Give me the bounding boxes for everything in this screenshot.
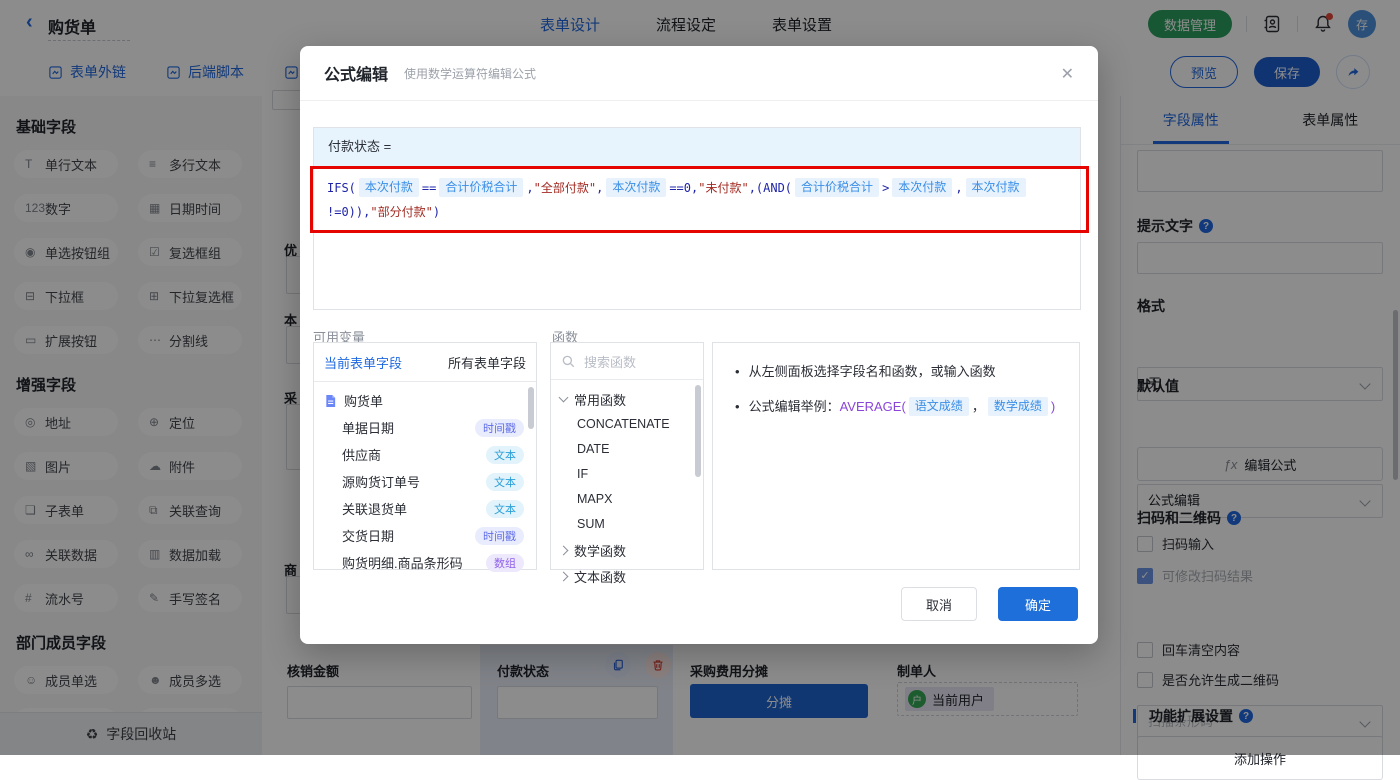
variable-row-单据日期[interactable]: 单据日期 时间戳: [314, 414, 536, 441]
variable-type-badge: 文本: [486, 473, 524, 491]
formula-field-chip[interactable]: 本次付款: [892, 178, 952, 197]
formula-token: "部分付款": [370, 205, 432, 219]
variable-row-源购货订单号[interactable]: 源购货订单号 文本: [314, 468, 536, 495]
help-tip-1-text: 从左侧面板选择字段名和函数，或输入函数: [749, 362, 996, 382]
confirm-button[interactable]: 确定: [998, 587, 1078, 621]
function-group-数学函数[interactable]: 数学函数: [551, 537, 703, 563]
function-group-label: 常用函数: [574, 390, 626, 409]
example-token: ): [1051, 399, 1055, 414]
formula-token: ,: [596, 181, 603, 195]
modal-title: 公式编辑: [324, 61, 388, 85]
variable-name: 单据日期: [342, 418, 394, 437]
function-group-常用函数[interactable]: 常用函数: [551, 386, 703, 412]
variable-type-badge: 数组: [486, 554, 524, 572]
variable-type-badge: 时间戳: [475, 527, 524, 545]
modal-header: 公式编辑 使用数学运算符编辑公式 ✕: [300, 46, 1098, 101]
variables-root-node[interactable]: 购货单: [314, 387, 536, 414]
formula-token: ==: [422, 181, 436, 195]
example-field-chip: 数学成绩: [988, 397, 1048, 416]
bullet: •: [735, 397, 740, 417]
formula-field-chip[interactable]: 本次付款: [606, 178, 666, 197]
help-tip-2: • 公式编辑举例：AVERAGE(语文成绩，数学成绩): [735, 397, 1065, 417]
function-item-MAPX[interactable]: MAPX: [551, 487, 703, 512]
formula-code[interactable]: IFS(本次付款==合计价税合计,"全部付款",本次付款==0,"未付款",(A…: [314, 167, 1054, 233]
function-item-SUM[interactable]: SUM: [551, 512, 703, 537]
help-tip-1: • 从左侧面板选择字段名和函数，或输入函数: [735, 362, 1065, 382]
formula-token: ==0,: [669, 181, 698, 195]
example-token: 公式编辑举例：: [749, 399, 840, 414]
formula-field-chip[interactable]: 合计价税合计: [439, 178, 523, 197]
variable-name: 关联退货单: [342, 499, 407, 518]
variable-name: 供应商: [342, 445, 381, 464]
formula-token: "全部付款": [534, 181, 596, 195]
search-icon: [561, 354, 576, 369]
variable-type-badge: 文本: [486, 500, 524, 518]
formula-field-chip[interactable]: 本次付款: [966, 178, 1026, 197]
function-group-label: 数学函数: [574, 541, 626, 560]
variables-tabs: 当前表单字段 所有表单字段: [314, 343, 536, 382]
example-token: ，: [972, 399, 985, 414]
variable-name: 源购货订单号: [342, 472, 420, 491]
tree-chevron-icon: [559, 393, 569, 403]
function-item-IF[interactable]: IF: [551, 462, 703, 487]
tab-current-form-fields[interactable]: 当前表单字段: [324, 353, 402, 372]
formula-token: ,: [526, 181, 533, 195]
variable-type-badge: 文本: [486, 446, 524, 464]
example-token: AVERAGE(: [840, 399, 906, 414]
function-group-label: 文本函数: [574, 567, 626, 586]
function-search[interactable]: 搜索函数: [551, 343, 703, 380]
cancel-button[interactable]: 取消: [901, 587, 977, 621]
function-item-CONCATENATE[interactable]: CONCATENATE: [551, 412, 703, 437]
formula-editor[interactable]: 付款状态 = IFS(本次付款==合计价税合计,"全部付款",本次付款==0,"…: [313, 127, 1081, 310]
variables-root-label: 购货单: [344, 391, 383, 410]
formula-field-chip[interactable]: 本次付款: [359, 178, 419, 197]
tree-chevron-icon: [559, 545, 569, 555]
variable-name: 交货日期: [342, 526, 394, 545]
functions-panel: 搜索函数 常用函数CONCATENATEDATEIFMAPXSUM数学函数文本函…: [550, 342, 704, 570]
form-doc-icon: [324, 394, 337, 408]
tree-chevron-icon: [559, 571, 569, 581]
formula-help-panel: • 从左侧面板选择字段名和函数，或输入函数 • 公式编辑举例：AVERAGE(语…: [712, 342, 1080, 570]
formula-target: 付款状态 =: [314, 128, 1080, 167]
formula-token: ,(AND(: [749, 181, 792, 195]
formula-token: !=0)),: [327, 205, 370, 219]
variable-row-关联退货单[interactable]: 关联退货单 文本: [314, 495, 536, 522]
formula-token: ,: [955, 181, 962, 195]
variable-name: 购货明细.商品条形码: [342, 553, 463, 572]
formula-token: IFS(: [327, 181, 356, 195]
function-group-文本函数[interactable]: 文本函数: [551, 563, 703, 589]
formula-field-chip[interactable]: 合计价税合计: [795, 178, 879, 197]
formula-token: "未付款": [698, 181, 748, 195]
variable-type-badge: 时间戳: [475, 419, 524, 437]
function-search-placeholder: 搜索函数: [584, 352, 636, 371]
variables-scrollbar[interactable]: [528, 387, 534, 429]
close-icon[interactable]: ✕: [1061, 64, 1074, 84]
example-field-chip: 语文成绩: [909, 397, 969, 416]
formula-edit-modal: 公式编辑 使用数学运算符编辑公式 ✕ 付款状态 = IFS(本次付款==合计价税…: [300, 46, 1098, 644]
functions-scrollbar[interactable]: [695, 385, 701, 477]
formula-token: ): [433, 205, 440, 219]
variables-panel: 当前表单字段 所有表单字段 购货单 单据日期时间戳供应商文本源购货订单号文本关联…: [313, 342, 537, 570]
bullet: •: [735, 362, 740, 382]
variable-row-交货日期[interactable]: 交货日期 时间戳: [314, 522, 536, 549]
help-example: 公式编辑举例：AVERAGE(语文成绩，数学成绩): [749, 397, 1056, 417]
function-item-DATE[interactable]: DATE: [551, 437, 703, 462]
tab-all-form-fields[interactable]: 所有表单字段: [448, 353, 526, 372]
variable-row-购货明细.商品条形码[interactable]: 购货明细.商品条形码 数组: [314, 549, 536, 576]
formula-token: >: [882, 181, 889, 195]
modal-subtitle: 使用数学运算符编辑公式: [404, 65, 536, 82]
variable-row-供应商[interactable]: 供应商 文本: [314, 441, 536, 468]
